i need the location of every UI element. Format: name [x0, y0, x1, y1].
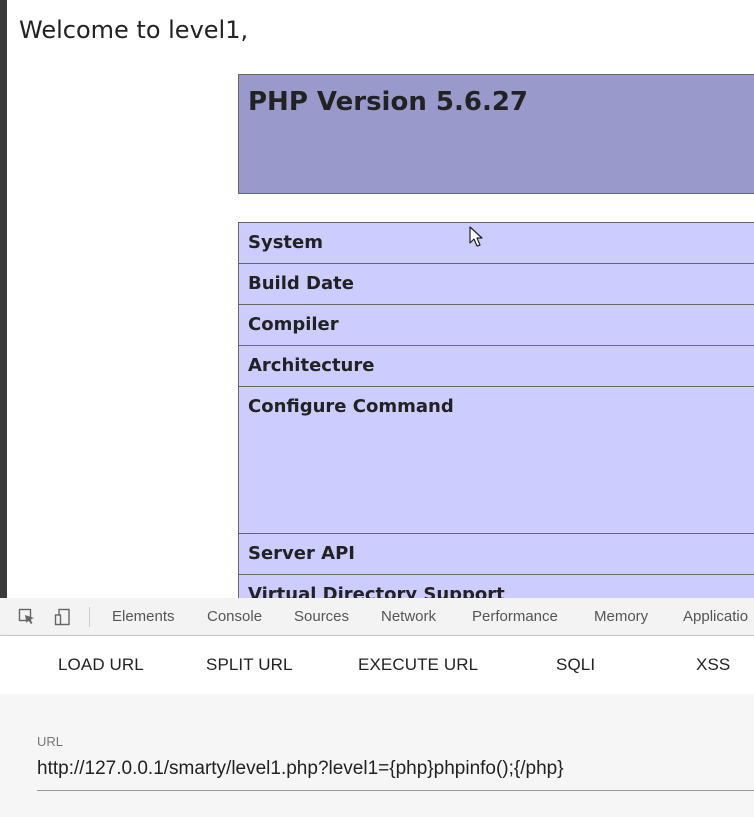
phpinfo-table: System Build Date Compiler Architecture … [238, 222, 754, 598]
row-label-configure-command: Configure Command [238, 386, 754, 534]
url-panel: URL http://127.0.0.1/smarty/level1.php?l… [0, 694, 754, 817]
tab-network[interactable]: Network [381, 598, 436, 635]
table-row: System [238, 222, 754, 264]
table-row: Virtual Directory Support [238, 574, 754, 598]
url-label: URL [37, 734, 64, 749]
row-label-architecture: Architecture [238, 345, 754, 387]
row-label-system: System [238, 222, 754, 264]
tab-memory[interactable]: Memory [594, 598, 648, 635]
tab-console[interactable]: Console [207, 598, 262, 635]
table-row: Architecture [238, 345, 754, 387]
url-input[interactable]: http://127.0.0.1/smarty/level1.php?level… [37, 758, 754, 780]
tab-elements[interactable]: Elements [112, 598, 175, 635]
row-label-build-date: Build Date [238, 263, 754, 305]
row-label-compiler: Compiler [238, 304, 754, 346]
devtools-tabbar: Elements Console Sources Network Perform… [0, 598, 754, 636]
table-row: Server API [238, 533, 754, 575]
table-row: Configure Command [238, 386, 754, 534]
tab-application[interactable]: Applicatio [683, 598, 748, 635]
row-label-server-api: Server API [238, 533, 754, 575]
welcome-text: Welcome to level1, [19, 16, 249, 44]
table-row: Build Date [238, 263, 754, 305]
devtools-panel: Elements Console Sources Network Perform… [0, 598, 754, 817]
page-viewport: Welcome to level1, PHP Version 5.6.27 Sy… [7, 0, 754, 598]
tab-performance[interactable]: Performance [472, 598, 558, 635]
window-left-border [0, 0, 7, 598]
execute-url-button[interactable]: EXECUTE URL [358, 636, 478, 694]
php-version-header: PHP Version 5.6.27 [238, 74, 754, 194]
url-input-underline [37, 790, 754, 791]
inspect-element-icon[interactable] [18, 608, 36, 626]
php-version-title: PHP Version 5.6.27 [248, 87, 529, 117]
sqli-button[interactable]: SQLI [556, 636, 595, 694]
toolbar-separator [89, 607, 90, 627]
mouse-cursor-icon [469, 226, 483, 247]
table-row: Compiler [238, 304, 754, 346]
tab-sources[interactable]: Sources [294, 598, 349, 635]
hackbar-toolbar: LOAD URL SPLIT URL EXECUTE URL SQLI XSS [0, 636, 754, 694]
xss-button[interactable]: XSS [696, 636, 730, 694]
row-label-virtual-directory-support: Virtual Directory Support [238, 574, 754, 598]
load-url-button[interactable]: LOAD URL [58, 636, 144, 694]
device-toolbar-icon[interactable] [54, 608, 72, 626]
split-url-button[interactable]: SPLIT URL [206, 636, 293, 694]
